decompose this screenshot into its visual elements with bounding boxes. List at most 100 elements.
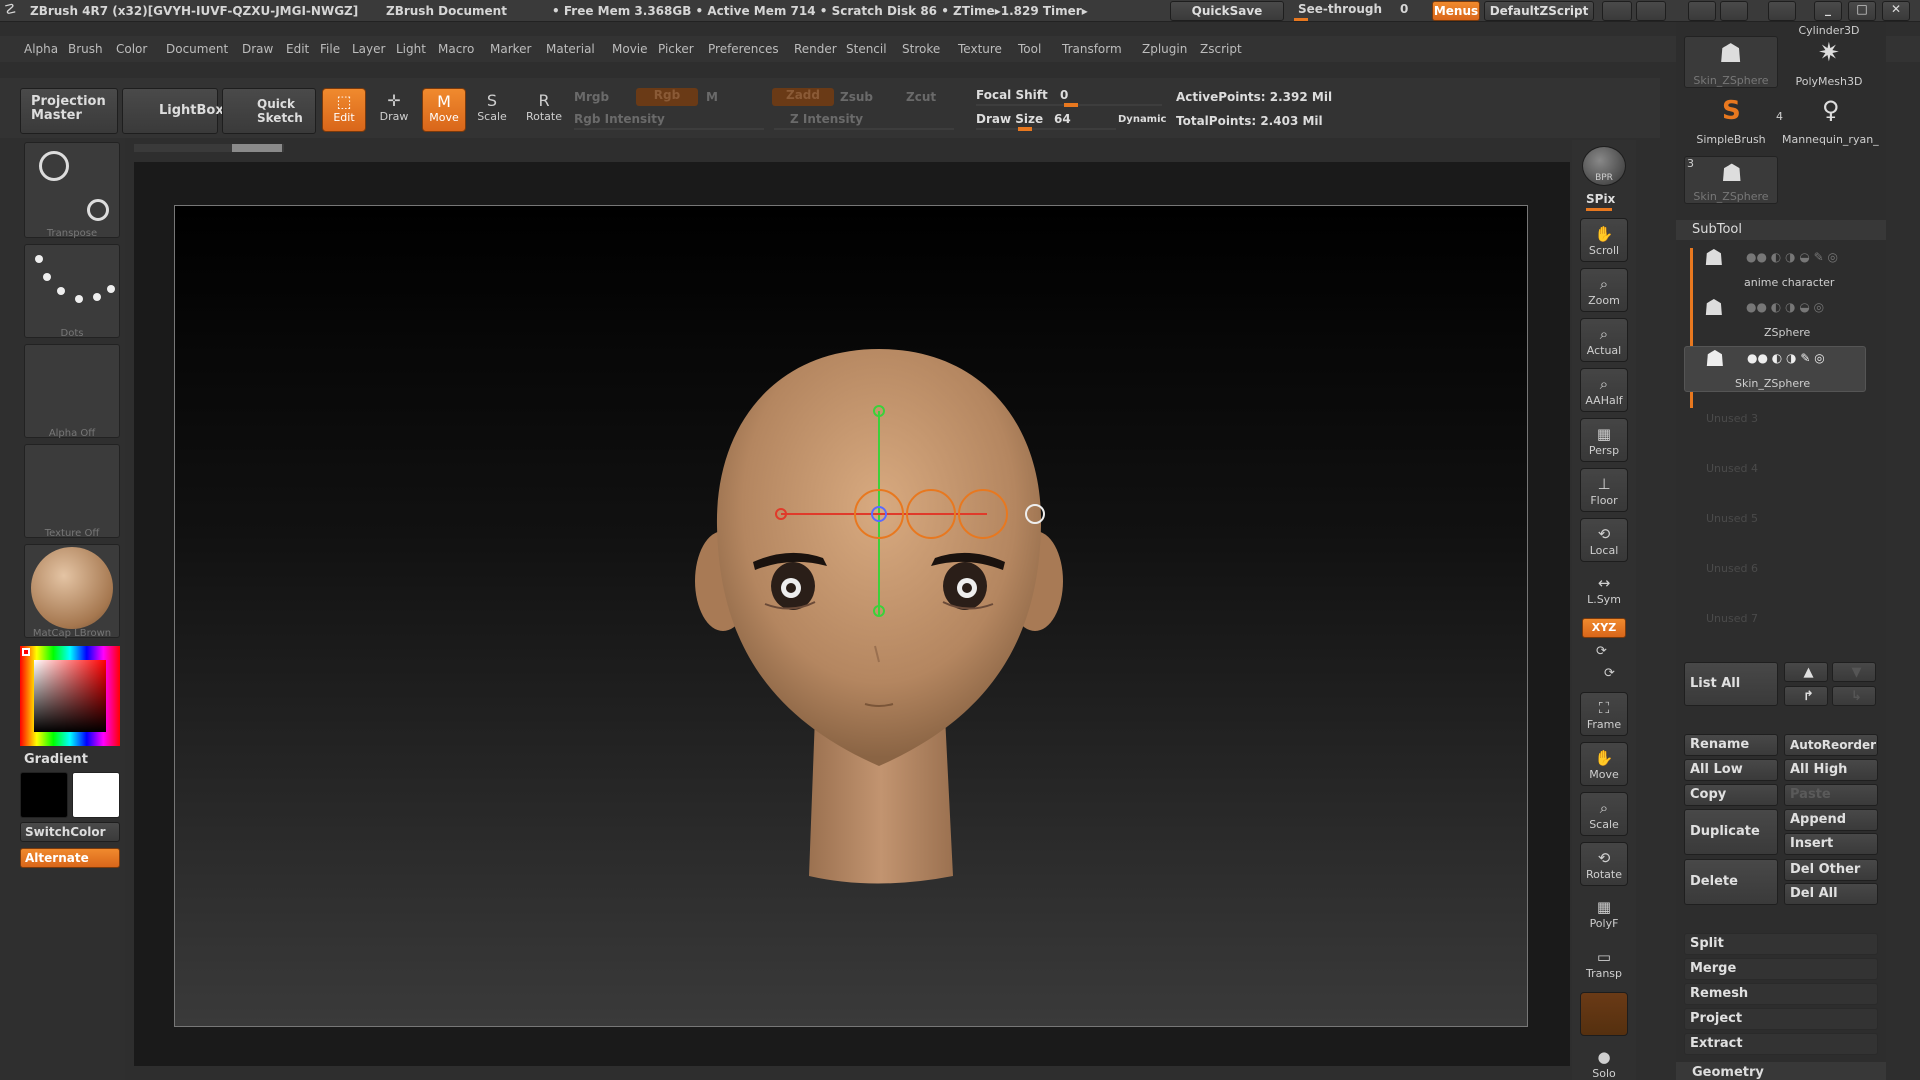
head-model[interactable]: [175, 206, 1527, 1026]
aahalf-button[interactable]: ⌕ AAHalf: [1580, 368, 1628, 412]
geometry-header[interactable]: Geometry: [1676, 1062, 1886, 1080]
visibility-icon[interactable]: ●● ◐ ◑ ◒ ◎: [1746, 300, 1824, 314]
switchcolor-button[interactable]: SwitchColor: [20, 822, 120, 842]
list-all-button[interactable]: List All: [1684, 662, 1778, 706]
insert-button[interactable]: Insert: [1784, 833, 1878, 855]
bpr-button[interactable]: BPR: [1582, 146, 1626, 186]
alternate-button[interactable]: Alternate: [20, 848, 120, 868]
menu-draw[interactable]: Draw: [242, 42, 273, 56]
secondary-color-swatch[interactable]: [72, 772, 120, 818]
menu-render[interactable]: Render: [794, 42, 837, 56]
edit-button[interactable]: ⬚ Edit: [322, 88, 366, 132]
delete-button[interactable]: Delete: [1684, 859, 1778, 905]
subtool-item-selected[interactable]: ☗ ●● ◐ ◑ ✎ ◎ Skin_ZSphere: [1684, 346, 1866, 392]
rename-button[interactable]: Rename: [1684, 734, 1778, 756]
menu-texture[interactable]: Texture: [958, 42, 1002, 56]
draw-button[interactable]: ✛ Draw: [372, 88, 416, 132]
m-button[interactable]: M: [706, 90, 718, 104]
menu-brush[interactable]: Brush: [68, 42, 103, 56]
quicksave-button[interactable]: QuickSave: [1170, 1, 1284, 21]
subtool-item[interactable]: ☗ ●● ◐ ◑ ◒ ◎ ZSphere: [1684, 296, 1866, 342]
menu-stencil[interactable]: Stencil: [846, 42, 887, 56]
menu-movie[interactable]: Movie: [612, 42, 648, 56]
menu-zscript[interactable]: Zscript: [1200, 42, 1242, 56]
local-button[interactable]: ⟲ Local: [1580, 518, 1628, 562]
arrow-up-icon[interactable]: ▲: [1784, 662, 1828, 682]
polyf-button[interactable]: ▦ PolyF: [1580, 892, 1628, 936]
tool-label[interactable]: Cylinder3D: [1782, 24, 1876, 37]
saturation-square[interactable]: [34, 660, 106, 732]
layout-icon[interactable]: [1602, 1, 1632, 21]
all-high-button[interactable]: All High: [1784, 759, 1878, 781]
scale-button[interactable]: S Scale: [470, 88, 514, 132]
rotate-button[interactable]: R Rotate: [522, 88, 566, 132]
see-through-slider[interactable]: See-through 0: [1294, 2, 1414, 21]
dynamic-toggle[interactable]: Dynamic: [1118, 114, 1166, 125]
window-icon[interactable]: [1688, 1, 1716, 21]
arrow-down-icon[interactable]: ▼: [1832, 662, 1876, 682]
move-view-button[interactable]: ✋ Move: [1580, 742, 1628, 786]
actual-button[interactable]: ⌕ Actual: [1580, 318, 1628, 362]
default-zscript-button[interactable]: DefaultZScript: [1484, 1, 1594, 21]
menu-zplugin[interactable]: Zplugin: [1142, 42, 1187, 56]
lock-icon[interactable]: [1768, 1, 1796, 21]
rotate-y-icon[interactable]: ⟳: [1596, 644, 1607, 659]
rgb-intensity-slider[interactable]: Rgb Intensity: [574, 112, 665, 126]
remesh-menu[interactable]: Remesh: [1684, 983, 1878, 1005]
move-up-icon[interactable]: ↱: [1784, 686, 1828, 706]
primary-color-swatch[interactable]: [20, 772, 68, 818]
duplicate-button[interactable]: Duplicate: [1684, 809, 1778, 855]
menu-marker[interactable]: Marker: [490, 42, 531, 56]
menu-material[interactable]: Material: [546, 42, 595, 56]
minimize-icon[interactable]: _: [1814, 1, 1842, 21]
color-picker[interactable]: [20, 646, 120, 746]
spix-label[interactable]: SPix: [1586, 192, 1615, 206]
autoreorder-button[interactable]: AutoReorder: [1784, 734, 1878, 756]
menu-layer[interactable]: Layer: [352, 42, 385, 56]
z-intensity-slider[interactable]: Z Intensity: [790, 112, 863, 126]
move-down-icon[interactable]: ↳: [1832, 686, 1876, 706]
draw-size-slider[interactable]: Draw Size 64 Dynamic: [976, 110, 1166, 132]
lightbox-button[interactable]: LightBox: [122, 88, 224, 134]
extract-menu[interactable]: Extract: [1684, 1033, 1878, 1055]
scrollbar-thumb[interactable]: [232, 144, 282, 152]
menu-macro[interactable]: Macro: [438, 42, 474, 56]
menu-preferences[interactable]: Preferences: [708, 42, 779, 56]
floor-button[interactable]: ⊥ Floor: [1580, 468, 1628, 512]
tool-thumbnail[interactable]: ✷ PolyMesh3D: [1782, 36, 1876, 88]
tool-thumbnail[interactable]: ☗ Skin_ZSphere: [1684, 36, 1778, 88]
all-low-button[interactable]: All Low: [1684, 759, 1778, 781]
move-button[interactable]: M Move: [422, 88, 466, 132]
del-other-button[interactable]: Del Other: [1784, 859, 1878, 881]
projection-master-button[interactable]: Projection Master: [20, 88, 118, 134]
zcut-button[interactable]: Zcut: [906, 90, 936, 104]
ghost-button[interactable]: [1580, 992, 1628, 1036]
maximize-icon[interactable]: □: [1848, 1, 1876, 21]
paste-button[interactable]: Paste: [1784, 784, 1878, 806]
split-menu[interactable]: Split: [1684, 933, 1878, 955]
menu-transform[interactable]: Transform: [1062, 42, 1122, 56]
quick-sketch-button[interactable]: Quick Sketch: [222, 88, 316, 134]
transp-button[interactable]: ▭ Transp: [1580, 942, 1628, 986]
window-icon[interactable]: [1720, 1, 1748, 21]
menu-stroke[interactable]: Stroke: [902, 42, 940, 56]
rotate-z-icon[interactable]: ⟳: [1604, 666, 1615, 681]
frame-button[interactable]: ⛶ Frame: [1580, 692, 1628, 736]
menu-file[interactable]: File: [320, 42, 340, 56]
document-canvas[interactable]: [174, 205, 1528, 1027]
focal-shift-slider[interactable]: Focal Shift 0: [976, 86, 1162, 108]
lsym-button[interactable]: ↔ L.Sym: [1580, 568, 1628, 612]
zoom-button[interactable]: ⌕ Zoom: [1580, 268, 1628, 312]
menu-alpha[interactable]: Alpha: [24, 42, 58, 56]
merge-menu[interactable]: Merge: [1684, 958, 1878, 980]
persp-button[interactable]: ▦ Persp: [1580, 418, 1628, 462]
rotate-view-button[interactable]: ⟲ Rotate: [1580, 842, 1628, 886]
subtool-header[interactable]: SubTool: [1676, 220, 1886, 240]
del-all-button[interactable]: Del All: [1784, 883, 1878, 905]
tool-thumbnail[interactable]: 3 ☗ Skin_ZSphere: [1684, 156, 1778, 204]
zadd-button[interactable]: Zadd: [772, 88, 834, 106]
solo-button[interactable]: ● Solo: [1580, 1042, 1628, 1080]
scroll-button[interactable]: ✋ Scroll: [1580, 218, 1628, 262]
scale-view-button[interactable]: ⌕ Scale: [1580, 792, 1628, 836]
subtool-item[interactable]: ☗ ●● ◐ ◑ ◒ ✎ ◎ anime character: [1684, 246, 1866, 292]
